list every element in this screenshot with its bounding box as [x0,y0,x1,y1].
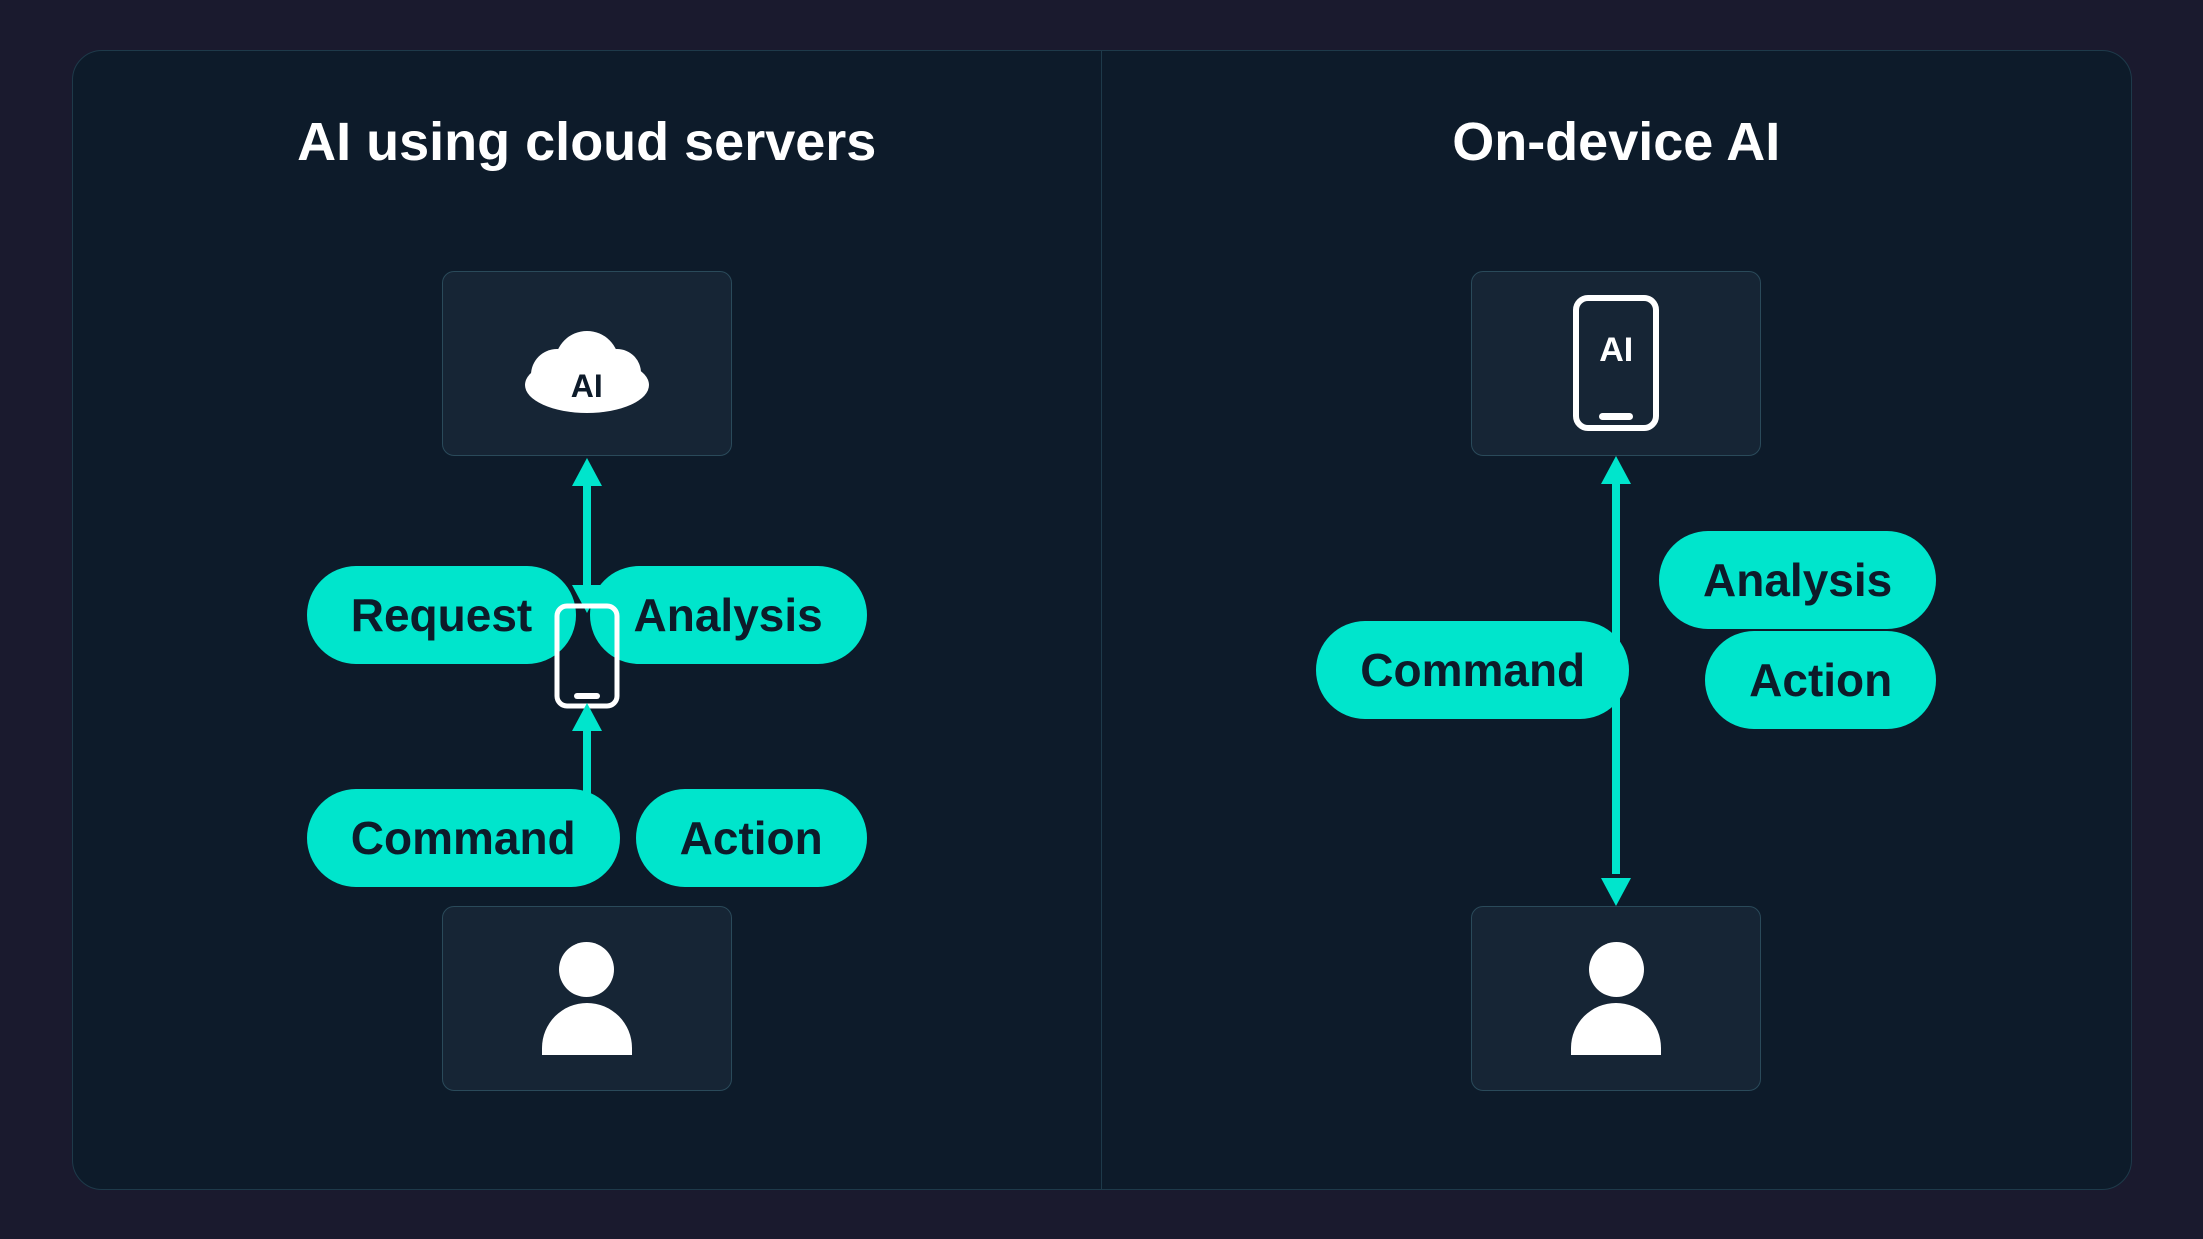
analysis-pill: Analysis [590,566,867,664]
main-container: AI using cloud servers [72,50,2132,1190]
cloud-ai-box: AI [442,271,732,456]
right-user-head [1589,942,1644,997]
left-diagram-area: AI [113,233,1062,1129]
right-phone-ai-box: AI [1471,271,1761,456]
right-label-command: Command [1316,621,1629,719]
command-pill: Command [307,789,620,887]
right-label-action: Action [1705,631,1936,729]
right-phone-ai-label: AI [1599,331,1633,370]
label-request: Request [307,566,576,664]
label-command: Command [307,789,620,887]
label-analysis: Analysis [590,566,867,664]
left-phone-box [552,601,622,711]
right-panel-title: On-device AI [1452,111,1780,173]
right-diagram-area: AI Command Analysis [1142,233,2091,1129]
right-phone-ai-icon-wrap: AI [1571,293,1661,433]
right-user-box [1471,906,1761,1091]
left-phone-icon [552,601,622,711]
right-action-pill: Action [1705,631,1936,729]
action-pill: Action [636,789,867,887]
right-user-icon [1571,942,1661,1055]
cloud-ai-label: AI [571,368,603,405]
left-panel: AI using cloud servers [73,51,1103,1189]
right-panel: On-device AI AI [1102,51,2131,1189]
user-head [559,942,614,997]
left-diagram: AI [247,271,927,1091]
right-analysis-pill: Analysis [1659,531,1936,629]
right-diagram: AI Command Analysis [1276,271,1956,1091]
request-pill: Request [307,566,576,664]
right-user-body [1571,1003,1661,1055]
label-action: Action [636,789,867,887]
left-user-box [442,906,732,1091]
right-command-pill: Command [1316,621,1629,719]
user-body [542,1003,632,1055]
left-user-icon [542,942,632,1055]
left-panel-title: AI using cloud servers [297,111,876,173]
cloud-ai-icon: AI [517,313,657,413]
right-label-analysis: Analysis [1659,531,1936,629]
